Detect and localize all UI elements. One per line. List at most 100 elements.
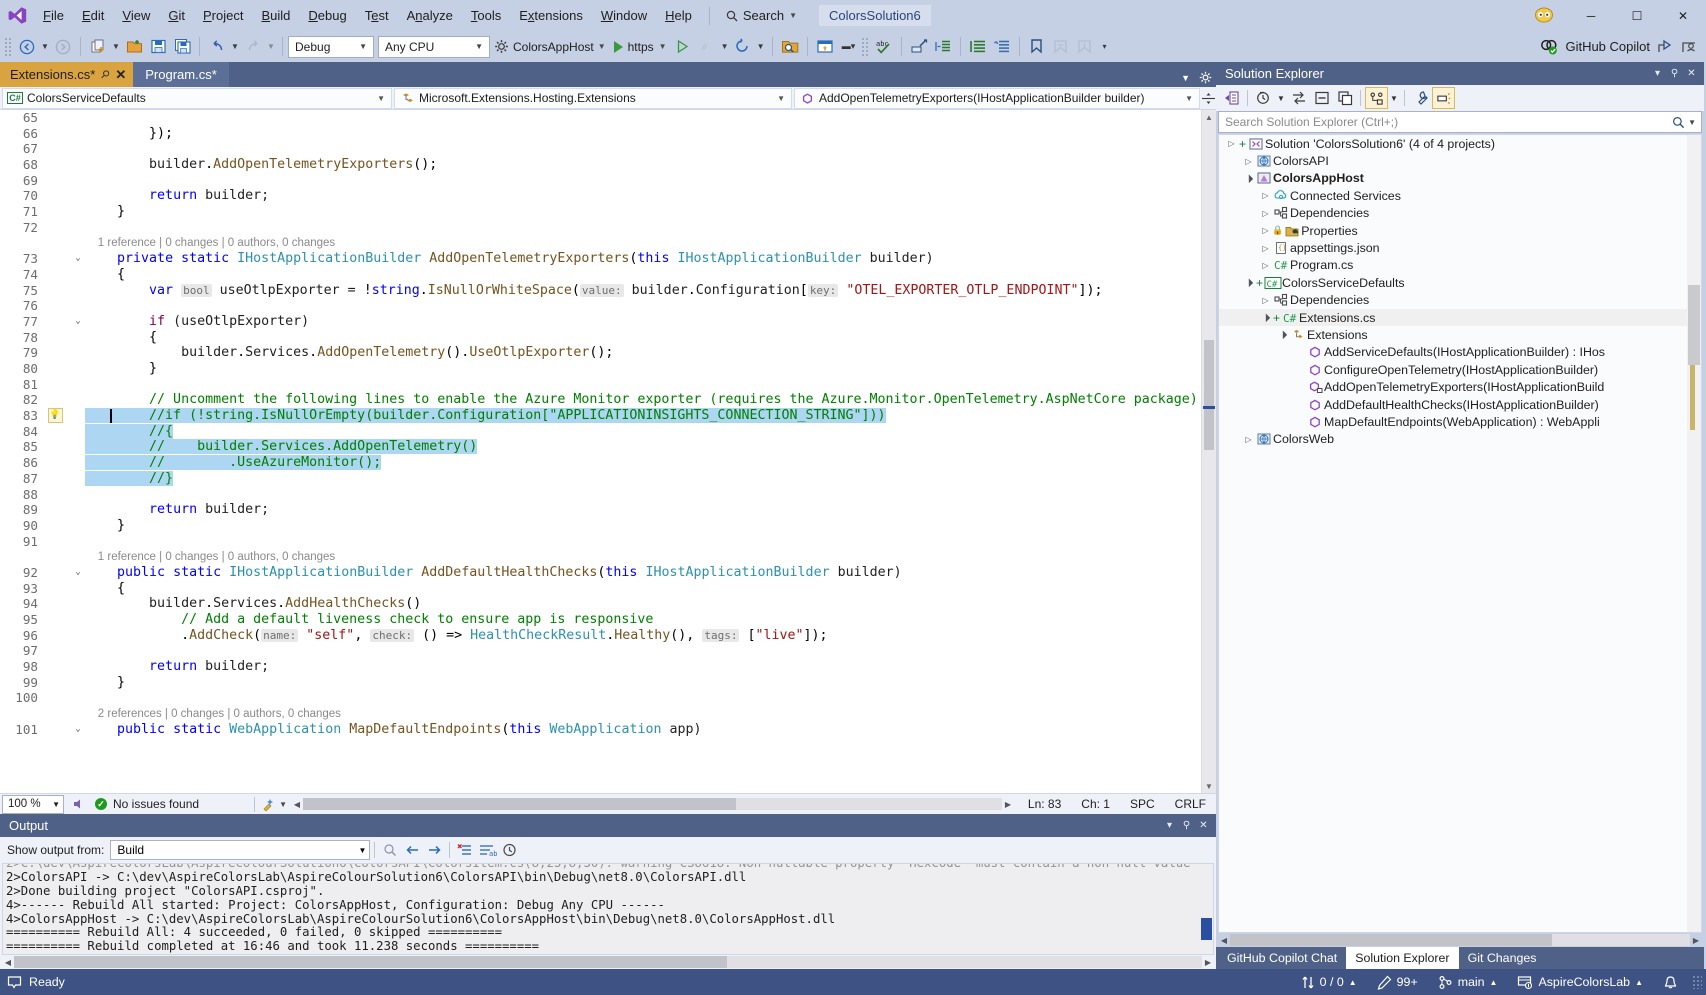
output-source-select[interactable]: Build ▼ [110,840,370,860]
pin-icon[interactable]: ⚲ [1666,68,1683,79]
share-icon[interactable] [1657,39,1674,55]
code-line[interactable]: 92⌄ public static IHostApplicationBuilde… [0,565,1201,581]
code-line[interactable]: 96 .AddCheck(name: "self", check: () => … [0,628,1201,644]
code-line[interactable]: 88 [0,487,1201,503]
redo-icon[interactable] [241,35,265,59]
save-all-icon[interactable] [170,35,194,59]
new-project-icon[interactable] [86,35,110,59]
menu-tools[interactable]: Tools [462,0,510,31]
code-line[interactable]: 87 //} [0,471,1201,487]
expander-collapsed-icon[interactable]: ▷ [1259,209,1272,218]
scroll-right-arrow-icon[interactable]: ▶ [1202,958,1214,967]
chevron-down-icon[interactable]: ▼ [1685,118,1699,127]
scroll-right-arrow-icon[interactable]: ▶ [1002,800,1014,809]
split-editor-icon[interactable] [1200,92,1216,105]
hscroll-thumb[interactable] [303,798,736,810]
tree-node[interactable]: AddOpenTelemetryExporters(IHostApplicati… [1219,378,1701,395]
code-line[interactable]: 81 [0,377,1201,393]
codelens-row[interactable]: 2 references | 0 changes | 0 authors, 0 … [0,706,1201,722]
expander-expanded-icon[interactable]: ◢ [1258,310,1274,326]
expander-collapsed-icon[interactable]: ▷ [1259,226,1272,235]
startup-project-select[interactable]: ColorsAppHost ▼ [490,39,610,54]
pending-changes-dropdown[interactable]: ▼ [1275,87,1287,109]
toolbar-grip[interactable] [4,37,13,57]
scroll-left-arrow-icon[interactable]: ◀ [291,800,303,809]
editor-vertical-scrollbar[interactable]: ▲ ▼ [1201,110,1216,793]
navigate-forward-icon[interactable] [51,35,75,59]
solution-tree-scrollbar[interactable] [1687,135,1701,932]
menu-analyze[interactable]: Analyze [398,0,462,31]
tree-node[interactable]: ▷🔒Properties [1219,222,1701,239]
toggle-bookmark-icon[interactable] [1025,35,1049,59]
output-horizontal-scrollbar[interactable]: ◀ ▶ [2,955,1214,969]
scroll-right-arrow-icon[interactable]: ▶ [1690,936,1702,945]
next-bookmark-icon[interactable] [1073,35,1097,59]
undo-dropdown[interactable]: ▼ [229,35,241,59]
window-controls[interactable]: ─ ☐ ✕ [1568,0,1706,31]
tab-solution-explorer[interactable]: Solution Explorer [1346,947,1458,969]
code-line[interactable]: 95 // Add a default liveness check to en… [0,612,1201,628]
tab-list-dropdown-icon[interactable]: ▼ [1181,73,1190,83]
code-line[interactable]: 70 return builder; [0,188,1201,204]
collapse-all-icon[interactable] [1310,87,1333,109]
code-line[interactable]: 65 [0,110,1201,126]
codelens-row[interactable]: 1 reference | 0 changes | 0 authors, 0 c… [0,236,1201,252]
save-icon[interactable] [146,35,170,59]
source-control-sync[interactable]: 0 / 0 ▲ [1291,975,1367,990]
notifications-button[interactable] [1653,975,1688,990]
expander-expanded-icon[interactable]: ◢ [1275,327,1291,343]
quick-actions-lightbulb-icon[interactable]: 💡 [44,408,66,423]
editor-horizontal-scrollbar[interactable]: ◀ ▶ [291,797,1014,811]
codelens-row[interactable]: 1 reference | 0 changes | 0 authors, 0 c… [0,549,1201,565]
menu-window[interactable]: Window [592,0,656,31]
copilot-icon[interactable] [1540,39,1558,55]
solution-explorer-search-input[interactable]: Search Solution Explorer (Ctrl+;) ▼ [1218,111,1702,133]
open-file-icon[interactable] [122,35,146,59]
show-all-files-icon[interactable] [1365,87,1388,109]
search-icon[interactable] [1672,116,1685,129]
menu-edit[interactable]: Edit [73,0,113,31]
code-cleanup-button[interactable]: ▼ [261,797,287,812]
resize-grip[interactable] [1692,975,1702,989]
repository-selector[interactable]: AspireColorsLab ▲ [1507,975,1653,990]
navigate-back-dropdown[interactable]: ▼ [39,35,51,59]
start-debugging-button[interactable]: https ▼ [610,40,671,54]
zoom-level-select[interactable]: 100 % ▼ [2,795,64,814]
restart-icon[interactable] [731,35,755,59]
hot-reload-icon[interactable] [695,35,719,59]
code-line[interactable]: 83💡 //if (!string.IsNullOrEmpty(builder.… [0,408,1201,424]
tree-node[interactable]: ◢ColorsAppHost [1219,170,1701,187]
scrollbar-thumb[interactable] [1204,340,1214,450]
tree-node[interactable]: ▷ColorsAPI [1219,152,1701,169]
code-line[interactable]: 97 [0,643,1201,659]
preview-selected-icon[interactable] [1432,87,1455,109]
gear-icon[interactable] [1199,71,1212,84]
tree-node[interactable]: ▷+Solution 'ColorsSolution6' (4 of 4 pro… [1219,135,1701,152]
float-icon[interactable]: ▾ [1649,68,1666,79]
code-line[interactable]: 69 [0,173,1201,189]
undo-icon[interactable] [205,35,229,59]
code-line[interactable]: 99 } [0,675,1201,691]
code-line[interactable]: 77⌄ if (useOtlpExporter) [0,314,1201,330]
scroll-left-arrow-icon[interactable]: ◀ [1218,936,1230,945]
maximize-button[interactable]: ☐ [1614,0,1660,31]
close-icon[interactable]: ✕ [1195,820,1212,831]
code-lines[interactable]: 6566 });6768 builder.AddOpenTelemetryExp… [0,110,1201,738]
indent-region-icon[interactable] [931,35,955,59]
code-line[interactable]: 79 builder.Services.AddOpenTelemetry().U… [0,345,1201,361]
code-line[interactable]: 71 } [0,204,1201,220]
word-wrap-icon[interactable]: ab [476,839,498,861]
solution-tree[interactable]: ▷+Solution 'ColorsSolution6' (4 of 4 pro… [1218,134,1702,933]
expander-expanded-icon[interactable]: ◢ [1241,171,1257,187]
expander-collapsed-icon[interactable]: ▷ [1259,191,1272,200]
code-line[interactable]: 68 builder.AddOpenTelemetryExporters(); [0,157,1201,173]
toolbar-overflow-button[interactable]: ▾ [1099,35,1111,59]
hscroll-track[interactable] [303,798,1002,810]
menu-build[interactable]: Build [252,0,299,31]
comment-selection-icon[interactable] [966,35,990,59]
next-message-icon[interactable] [423,839,445,861]
code-line[interactable]: 98 return builder; [0,659,1201,675]
restart-dropdown[interactable]: ▼ [755,35,767,59]
main-menu[interactable]: File Edit View Git Project Build Debug T… [34,0,701,31]
code-line[interactable]: 100 [0,690,1201,706]
